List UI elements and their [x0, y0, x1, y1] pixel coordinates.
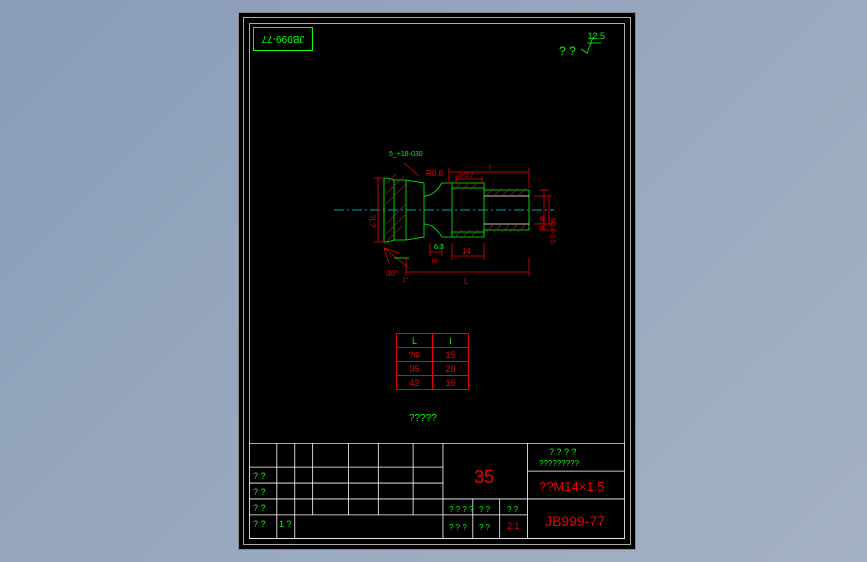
- title-block: ? ? ? ? ? ? ? ? 1 ? 35 ? ? ? ? ? ? ? ? ?…: [249, 443, 625, 539]
- surface-finish-mark: ? ? 12.5: [559, 35, 607, 58]
- tb-label: ? ?: [253, 487, 266, 497]
- surface-value: 12.5: [587, 31, 605, 41]
- dim-h: H: [432, 258, 437, 265]
- tb-bot: ? ?: [479, 523, 490, 532]
- radius-label: R0.8: [426, 169, 443, 178]
- tb-label: 1 ?: [279, 519, 292, 529]
- table-cell: 15: [433, 348, 469, 362]
- callout-top: 5_+18-030: [389, 151, 423, 158]
- table-header-l: l: [433, 334, 469, 348]
- table-cell: 42: [397, 376, 433, 390]
- angle-1: 1°: [402, 276, 409, 284]
- standard-code-rotated: JB999-77: [262, 34, 305, 45]
- dim-phi: Φ16: [538, 216, 545, 229]
- dim-14: 14: [462, 247, 471, 256]
- dimension-table: Ll ?Φ15 3520 4215: [396, 333, 469, 390]
- angle-30: 30°: [386, 269, 398, 278]
- dim-thread: M14-1.5: [549, 218, 556, 244]
- table-cell: 20: [433, 362, 469, 376]
- note-text: ?????: [409, 413, 437, 424]
- dim-left: ?L?: [368, 214, 377, 228]
- tb-mid: ? ?: [507, 505, 518, 514]
- roughness: 6.3: [434, 244, 444, 251]
- part-drawing: 5_+18-030 R0.8 l 2-0.7 M14-1.5 Φ16 ?L? 1…: [334, 128, 574, 308]
- tb-label: ? ?: [253, 503, 266, 513]
- tb-spec: ??M14×1.5: [539, 479, 604, 494]
- tb-main-num: 35: [474, 467, 494, 488]
- table-cell: ?Φ: [397, 348, 433, 362]
- tb-company: ? ? ? ?: [549, 447, 577, 457]
- tb-bot: ? ? ?: [449, 523, 467, 532]
- dim-L: L: [464, 277, 469, 286]
- tb-code: JB999-77: [545, 513, 605, 529]
- dim-top-l: l: [489, 163, 491, 172]
- tb-label: ? ?: [253, 519, 266, 529]
- tb-desc: ?????????: [539, 459, 579, 468]
- dim-gap: 2-0.7: [458, 172, 474, 179]
- cad-drawing-frame: JB999-77 ? ? 12.5 5_+18-030: [238, 12, 636, 550]
- standard-box-topleft: JB999-77: [253, 27, 313, 51]
- table-cell: 15: [433, 376, 469, 390]
- tb-scale: 2:1: [507, 521, 520, 531]
- table-cell: 35: [397, 362, 433, 376]
- surface-prefix: ? ?: [559, 44, 576, 58]
- tb-label: ? ?: [253, 471, 266, 481]
- table-header-L: L: [397, 334, 433, 348]
- tb-mid: ? ?: [479, 505, 490, 514]
- tb-mid: ? ? ? ?: [449, 505, 473, 514]
